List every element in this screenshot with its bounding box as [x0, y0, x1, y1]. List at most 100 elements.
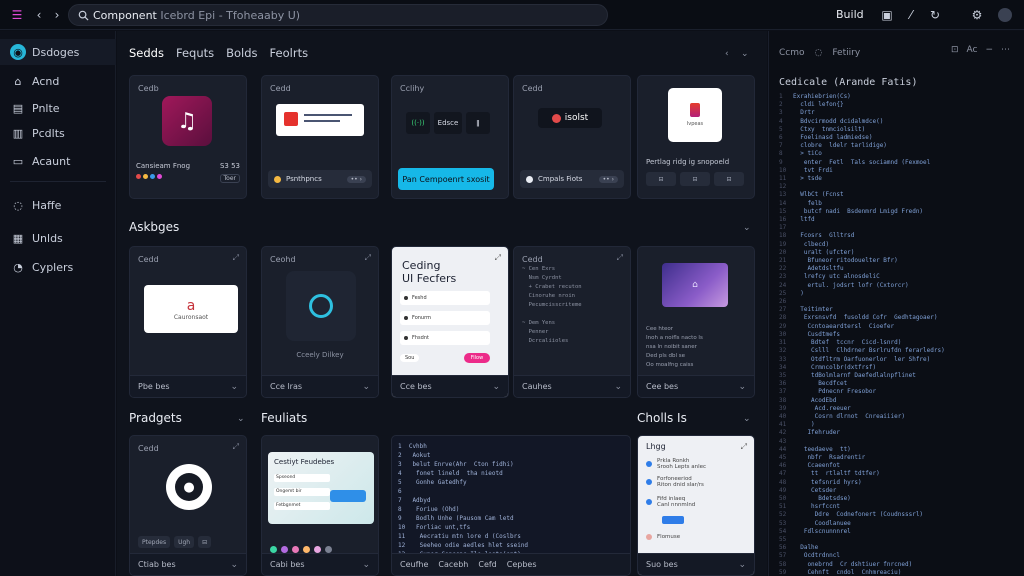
chip-label[interactable]: Edsce [434, 112, 462, 134]
card-footer[interactable]: Cee bes ⌄ [638, 375, 754, 397]
card-tag[interactable]: Toer [219, 174, 240, 183]
sidebar-item-units[interactable]: ▦ Unlds [0, 225, 116, 251]
component-card[interactable]: Cedd ⤢ ● Ptepdes Ugh ⊟ Ctiab bes ⌄ [129, 435, 247, 576]
more-pill[interactable]: •• › [346, 175, 366, 183]
component-card[interactable]: Cedd ⤢ a Cauronsaot Pbe bes ⌄ [129, 246, 247, 398]
list-item[interactable]: Prkla Ronkh Srooh Lepts anlec [646, 458, 742, 470]
pane-tab[interactable]: Ccmo [779, 48, 805, 58]
option-button[interactable]: ⊟ [646, 172, 676, 186]
sidebar-item-help[interactable]: ◌ Haffe [0, 192, 116, 218]
chevron-down-icon[interactable]: ⌄ [743, 223, 751, 233]
list-item[interactable]: Flomuse [646, 534, 742, 540]
pen-icon[interactable]: ⁄ [902, 6, 920, 24]
option-button[interactable]: ⊟ [714, 172, 744, 186]
pane-tab[interactable]: Fetiiry [832, 48, 860, 58]
brand-glyph: a [186, 297, 196, 314]
option-button[interactable]: ⊟ [680, 172, 710, 186]
swatch[interactable] [270, 546, 277, 553]
footer-tab[interactable]: Ceufhe [400, 560, 428, 569]
card-footer[interactable]: Cce lras ⌄ [262, 375, 378, 397]
component-card[interactable]: Ceding UI Fecfers ⤢ Feshd Fonurm Fhsdnt S… [391, 246, 509, 398]
component-card[interactable]: Cedd ⤢ ~ Cen Exrs Nsm Cyrdnt + Crabet re… [513, 246, 631, 398]
component-card[interactable]: ⌂ Cee hteor Inoh a noifls nacto ls nsa l… [637, 246, 755, 398]
swatch[interactable] [325, 546, 332, 553]
card-footer[interactable]: Ctiab bes ⌄ [130, 553, 246, 575]
cta-button[interactable]: Pan Cempoenrt sxosit [398, 168, 494, 190]
footer-tab[interactable]: Cacebh [438, 560, 468, 569]
secondary-button[interactable]: Sou [400, 354, 420, 362]
expand-icon[interactable]: ⤢ [617, 253, 623, 263]
expand-icon[interactable]: ⤢ [233, 253, 239, 263]
more-icon[interactable]: ⋯ [1001, 45, 1010, 55]
sidebar-item-profile[interactable]: ▤ Pnlte [0, 95, 116, 121]
pane-action-label[interactable]: Ac [967, 45, 978, 55]
swatch[interactable] [281, 546, 288, 553]
card-footer[interactable]: Cce bes ⌄ [392, 375, 508, 397]
list-item[interactable]: Feshd [400, 291, 490, 305]
chevron-down-icon[interactable]: ⌄ [741, 49, 749, 59]
copy-icon[interactable]: ⊡ [951, 45, 959, 55]
option-button[interactable]: Ptepdes [138, 536, 171, 548]
avatar-icon[interactable] [996, 6, 1014, 24]
card-footer[interactable]: Pbe bes ⌄ [130, 375, 246, 397]
forward-icon[interactable]: › [48, 6, 66, 24]
sidebar-item-products[interactable]: ▥ Pcdlts [0, 120, 116, 146]
wave-icon[interactable]: ((·)) [406, 112, 430, 134]
list-item[interactable]: Forfoneeriod Riton dnid slar/rs [646, 476, 742, 488]
sidebar-item-account[interactable]: ▭ Acaunt [0, 148, 116, 174]
footer-tab[interactable]: Cefd [478, 560, 496, 569]
card-bottom-bar[interactable]: Psnthpncs •• › [268, 170, 372, 188]
menu-icon[interactable]: ☰ [8, 6, 26, 24]
swatch[interactable] [314, 546, 321, 553]
back-icon[interactable]: ‹ [30, 6, 48, 24]
component-card[interactable]: Lhgg ⤢ Prkla Ronkh Srooh Lepts anlec For… [637, 435, 755, 576]
list-item[interactable]: Fhsdnt [400, 331, 490, 345]
component-card[interactable]: Ivpeas Pertlag ridg ig snopoeld ⊟ ⊟ ⊟ [637, 75, 755, 199]
expand-icon[interactable]: ⤢ [495, 253, 501, 263]
chevron-down-icon[interactable]: ⌄ [743, 414, 751, 424]
list-action-button[interactable] [662, 516, 684, 524]
code-editor[interactable]: Exrahiebrien(Cs) cldi lefon{} Drtr Bdvci… [793, 93, 945, 576]
component-card[interactable]: Ceohd ⤢ Cceely Dilkey Cce lras ⌄ [261, 246, 379, 398]
sidebar-item-dashboard[interactable]: ◉ Dsdoges [0, 39, 116, 65]
tab-3[interactable]: Feolrts [270, 46, 309, 60]
primary-button[interactable]: Filow [464, 353, 490, 363]
option-button[interactable]: ⊟ [198, 536, 212, 548]
clipboard-icon[interactable]: ▣ [878, 6, 896, 24]
card-bottom-bar[interactable]: Cmpals Fiots •• › [520, 170, 624, 188]
swatch[interactable] [303, 546, 310, 553]
component-card[interactable]: Cedd Psnthpncs •• › [261, 75, 379, 199]
component-card[interactable]: Cclihy ((·)) Edsce ǁ Pan Cempoenrt sxosi… [391, 75, 509, 199]
sidebar-item-ciphers[interactable]: ◔ Cyplers [0, 254, 116, 280]
footer-tab[interactable]: Cepbes [507, 560, 537, 569]
sidebar-item-brand[interactable]: ⌂ Acnd [0, 68, 116, 94]
equalizer-icon[interactable]: ǁ [466, 112, 490, 134]
card-footer[interactable]: Suo bes ⌄ [638, 553, 754, 575]
chevron-down-icon[interactable]: ⌄ [237, 414, 245, 424]
expand-icon[interactable]: ⤢ [741, 442, 747, 452]
card-footer[interactable]: Cauhes ⌄ [514, 375, 630, 397]
tab-0[interactable]: Sedds [129, 46, 164, 60]
code-card[interactable]: 1 Cvhbh 2 Aokut 3 belut Enrve(Ahr Cton f… [391, 435, 631, 576]
component-card[interactable]: Cedd isolst Cmpals Fiots •• › [513, 75, 631, 199]
list-item[interactable]: Fonurm [400, 311, 490, 325]
tab-1[interactable]: Fequts [176, 46, 214, 60]
option-button[interactable]: Ugh [174, 536, 195, 548]
expand-icon[interactable]: ⤢ [233, 442, 239, 452]
list-item[interactable]: Fifd inlaeq Canl nnnmlnd [646, 496, 742, 508]
search-bar[interactable]: Component Icebrd Epi - Tfoheaaby U) [68, 4, 608, 26]
expand-icon[interactable]: ⤢ [365, 253, 371, 263]
build-label[interactable]: Build [836, 8, 864, 21]
minus-icon[interactable]: − [985, 45, 993, 55]
tab-2[interactable]: Bolds [226, 46, 257, 60]
chevron-icon[interactable]: ‹ [725, 49, 729, 59]
bullet [404, 336, 408, 340]
component-card[interactable]: Cedb ♫ Cansieam Fnog S3 53 Toer [129, 75, 247, 199]
gear-icon[interactable]: ⚙ [968, 6, 986, 24]
search-input[interactable]: Component Icebrd Epi - Tfoheaaby U) [93, 9, 300, 22]
card-footer[interactable]: Cabi bes ⌄ [262, 553, 378, 575]
swatch[interactable] [292, 546, 299, 553]
component-card[interactable]: Cestiyt Feudebes Spseond Ongemt bir Fetb… [261, 435, 379, 576]
more-pill[interactable]: •• › [598, 175, 618, 183]
refresh-icon[interactable]: ↻ [926, 6, 944, 24]
